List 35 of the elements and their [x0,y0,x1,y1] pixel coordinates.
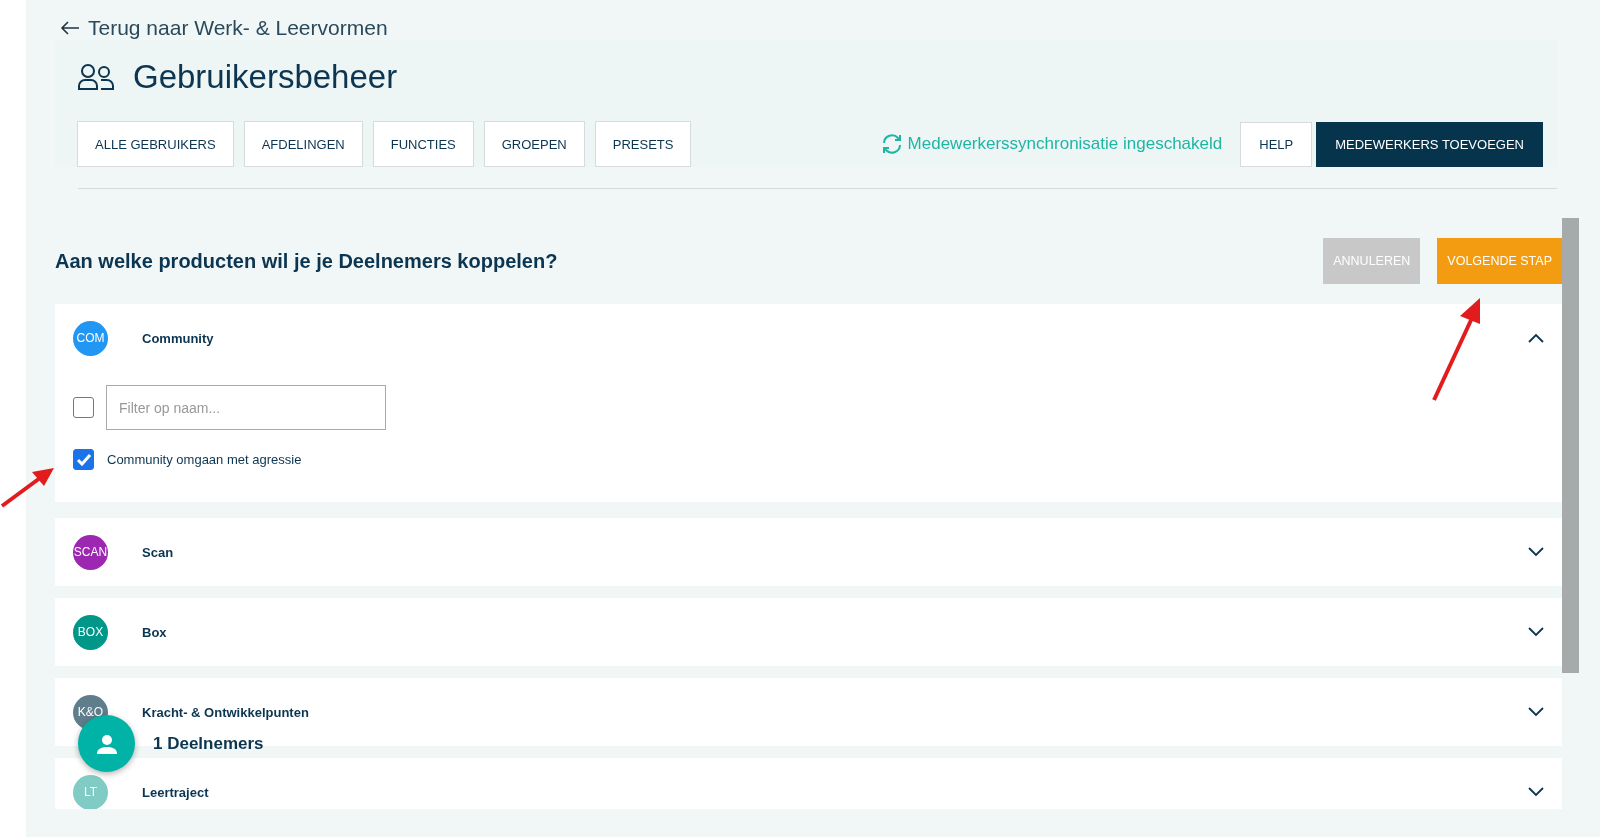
nav-button[interactable]: AFDELINGEN [243,121,363,167]
chevron-icon[interactable] [1528,547,1544,557]
back-link[interactable]: Terug naar Werk- & Leervormen [60,16,388,40]
scrollbar-thumb[interactable] [1562,218,1579,673]
users-icon [77,63,115,91]
checkbox[interactable] [73,397,94,418]
chevron-icon[interactable] [1528,787,1544,797]
chevron-icon[interactable] [1528,707,1544,717]
back-arrow-icon [60,20,80,36]
participant-count: 1 Deelnemers [153,734,264,754]
product-badge: BOX [73,614,108,650]
nav-button[interactable]: FUNCTIES [372,121,474,167]
filter-field[interactable]: Filter op naam... [106,385,386,430]
product-name: Kracht- & Ontwikkelpunten [142,704,310,720]
product-badge: SCAN [73,534,108,570]
product-name: Box [142,624,168,640]
action-button[interactable]: MEDEWERKERS TOEVOEGEN [1316,121,1543,167]
person-icon [95,733,118,754]
product-badge: COM [73,320,108,356]
annotation-arrow [0,466,56,508]
nav-button[interactable]: PRESETS [594,121,692,167]
product-badge: LT [73,774,108,809]
action-button[interactable]: HELP [1240,121,1313,167]
nav-button[interactable]: ALLE GEBRUIKERS [77,121,234,167]
item-label: Community omgaan met agressie [107,452,302,467]
page-title: Gebruikersbeheer [133,58,398,96]
product-name: Leertraject [142,784,210,800]
checkbox[interactable] [73,449,94,470]
chevron-icon[interactable] [1528,627,1544,637]
chevron-icon[interactable] [1528,333,1544,343]
product-name: Community [142,330,215,346]
product-name: Scan [142,544,175,560]
sync-status: Medewerkerssynchronisatie ingeschakeld [907,134,1223,154]
question-heading: Aan welke producten wil je je Deelnemers koppelen? [55,249,559,273]
nav-button[interactable]: GROEPEN [483,121,585,167]
